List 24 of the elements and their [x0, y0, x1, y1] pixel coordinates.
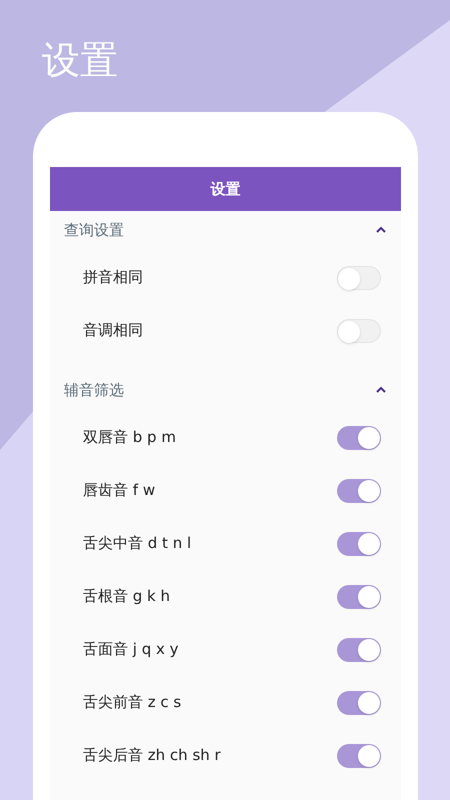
setting-label: 舌尖中音 d t n l: [83, 533, 192, 554]
section-header[interactable]: 辅音筛选: [64, 378, 124, 402]
setting-label: 双唇音 b p m: [83, 427, 176, 448]
toggle-switch[interactable]: [337, 638, 381, 662]
chevron-up-icon[interactable]: [375, 226, 387, 234]
toggle-switch[interactable]: [337, 532, 381, 556]
app-bar: 设置: [50, 167, 401, 211]
toggle-switch[interactable]: [337, 478, 381, 502]
setting-label: 舌尖前音 z c s: [83, 692, 182, 714]
chevron-up-icon[interactable]: [375, 386, 387, 394]
toggle-switch[interactable]: [337, 266, 381, 290]
setting-label: 舌尖后音 zh ch sh r: [83, 745, 221, 766]
setting-label: 拼音相同: [83, 267, 143, 288]
toggle-switch[interactable]: [337, 426, 381, 450]
setting-label: 音调相同: [83, 320, 143, 342]
page-title: 设置: [42, 37, 119, 84]
toggle-switch[interactable]: [337, 584, 381, 608]
setting-label: 舌根音 g k h: [83, 586, 170, 608]
setting-label: 舌面音 j q x y: [83, 639, 179, 660]
setting-label: 唇齿音 f w: [83, 480, 156, 502]
toggle-switch[interactable]: [337, 318, 381, 342]
section-header[interactable]: 查询设置: [64, 218, 124, 242]
toggle-switch[interactable]: [337, 690, 381, 714]
toggle-switch[interactable]: [337, 744, 381, 768]
